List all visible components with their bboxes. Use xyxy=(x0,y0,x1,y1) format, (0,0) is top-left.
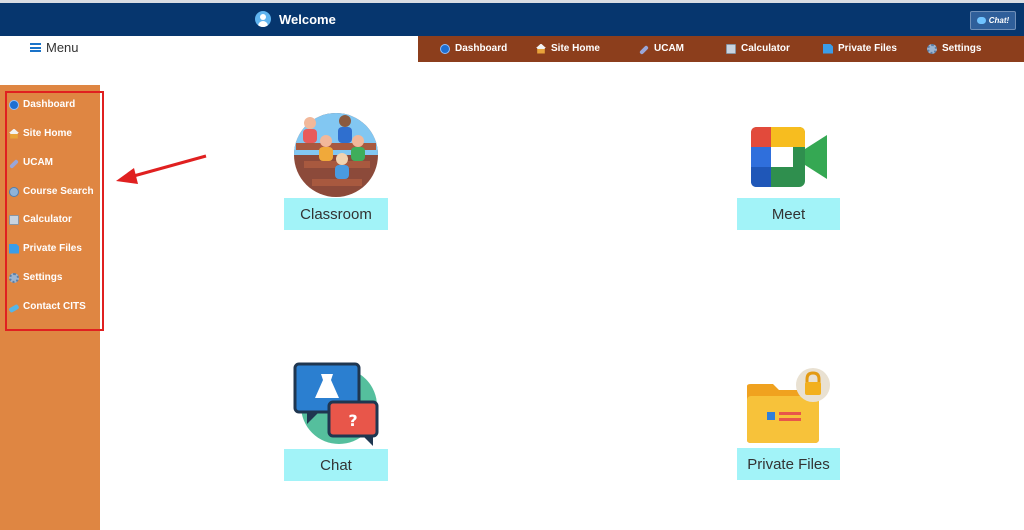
annotation-highlight-box xyxy=(5,91,104,331)
welcome-text: Welcome xyxy=(279,11,336,27)
topnav-item-label: Dashboard xyxy=(455,43,508,54)
menu-toggle-button[interactable]: Menu xyxy=(30,40,79,55)
topnav-item-calculator[interactable]: Calculator xyxy=(726,43,790,54)
chat-icon[interactable]: ? xyxy=(293,362,379,448)
gear-icon xyxy=(927,43,937,54)
topnav-item-settings[interactable]: Settings xyxy=(927,43,981,54)
link-icon xyxy=(639,45,649,55)
svg-text:?: ? xyxy=(348,411,357,430)
lock-folder-icon[interactable] xyxy=(745,368,833,444)
topnav-item-ucam[interactable]: UCAM xyxy=(639,43,684,55)
topnav-item-dashboard[interactable]: Dashboard xyxy=(440,43,507,54)
calculator-icon xyxy=(726,43,736,54)
chat-bubble-icon xyxy=(976,17,986,24)
hamburger-icon xyxy=(30,43,41,52)
file-icon xyxy=(823,43,833,54)
menu-toggle-label: Menu xyxy=(46,40,79,55)
topnav-item-site-home[interactable]: Site Home xyxy=(536,43,600,54)
top-navigation: Dashboard Site Home UCAM Calculator Priv… xyxy=(418,36,1024,62)
annotation-arrow-icon xyxy=(116,154,207,184)
globe-icon xyxy=(440,43,450,54)
chat-button[interactable]: Chat! xyxy=(970,11,1016,30)
chat-tile-label[interactable]: Chat xyxy=(284,449,388,481)
welcome-heading: Welcome xyxy=(255,11,336,27)
meet-tile-label[interactable]: Meet xyxy=(737,198,840,230)
topnav-item-label: Settings xyxy=(942,43,982,54)
chat-button-label: Chat! xyxy=(988,16,1010,25)
topnav-item-private-files[interactable]: Private Files xyxy=(823,43,897,54)
topnav-item-label: Private Files xyxy=(838,43,897,54)
topnav-item-label: Site Home xyxy=(551,43,600,54)
user-avatar-icon xyxy=(255,11,271,27)
meet-icon[interactable] xyxy=(751,127,827,187)
classroom-tile-label[interactable]: Classroom xyxy=(284,198,388,230)
top-header-bar: Welcome Chat! xyxy=(0,0,1024,36)
topnav-item-label: UCAM xyxy=(654,43,684,54)
classroom-icon[interactable] xyxy=(294,113,380,199)
private-files-tile-label[interactable]: Private Files xyxy=(737,448,840,480)
topnav-item-label: Calculator xyxy=(741,43,790,54)
home-icon xyxy=(536,43,546,54)
